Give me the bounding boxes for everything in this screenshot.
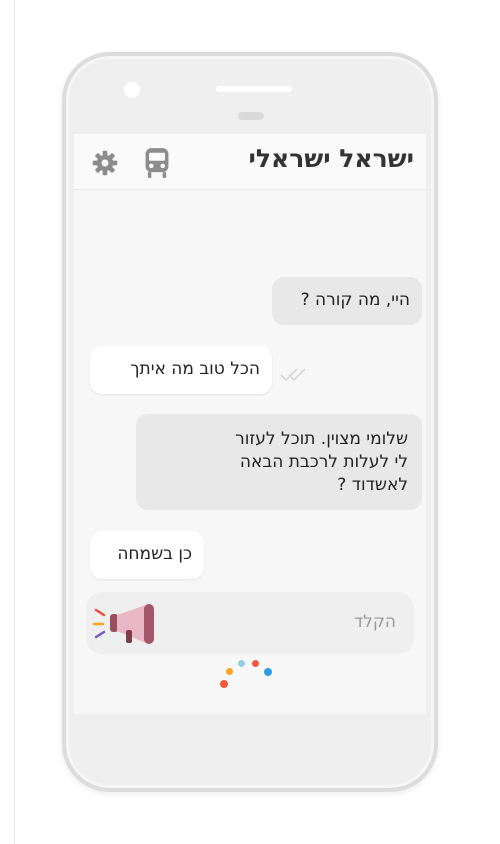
message-line: שלומי מצוין. תוכל לעזור bbox=[235, 429, 408, 449]
front-camera bbox=[124, 82, 140, 98]
message-bubble-received: הכל טוב מה איתך bbox=[90, 346, 272, 394]
message-line: לי לעלות לרכבת הבאה bbox=[239, 452, 408, 472]
loader-dot bbox=[220, 680, 228, 688]
megaphone-icon[interactable] bbox=[92, 600, 162, 650]
page-edge-line bbox=[14, 0, 15, 844]
contact-name: ישראל ישראלי bbox=[248, 144, 414, 173]
chat-header: ישראל ישראלי bbox=[74, 134, 426, 190]
loading-indicator bbox=[220, 658, 280, 694]
message-text: כן בשמחה bbox=[117, 544, 192, 564]
gear-icon[interactable] bbox=[90, 148, 120, 178]
message-text: הכל טוב מה איתך bbox=[130, 359, 260, 379]
phone-frame: ישראל ישראלי היי, מה קורה ? הכל טוב מה א… bbox=[62, 52, 438, 792]
message-bubble-received: כן בשמחה bbox=[90, 531, 204, 579]
loader-dot bbox=[238, 660, 245, 667]
loader-dot bbox=[264, 668, 272, 676]
read-receipt-icon bbox=[280, 366, 308, 386]
earpiece-speaker bbox=[216, 86, 292, 92]
proximity-sensor bbox=[238, 112, 264, 120]
train-icon[interactable] bbox=[142, 148, 172, 178]
message-line: לאשדוד ? bbox=[337, 475, 408, 495]
message-text: היי, מה קורה ? bbox=[300, 290, 410, 310]
message-bubble-sent: שלומי מצוין. תוכל לעזור לי לעלות לרכבת ה… bbox=[136, 414, 422, 510]
input-placeholder: הקלד bbox=[353, 612, 396, 632]
loader-dot bbox=[226, 668, 233, 675]
message-input[interactable]: הקלד bbox=[86, 592, 414, 654]
loader-dot bbox=[252, 660, 259, 667]
message-bubble-sent: היי, מה קורה ? bbox=[272, 277, 422, 325]
chat-screen: ישראל ישראלי היי, מה קורה ? הכל טוב מה א… bbox=[74, 134, 426, 714]
